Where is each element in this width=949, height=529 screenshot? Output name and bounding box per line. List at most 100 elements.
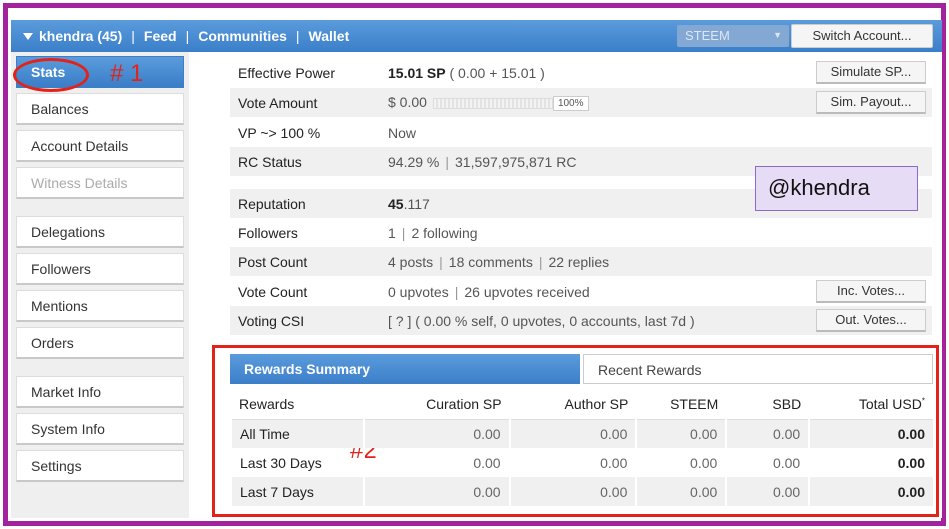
table-cell: 0.00: [508, 477, 637, 506]
currency-select[interactable]: STEEM ▼: [677, 25, 789, 47]
table-cell: 0.00: [362, 477, 510, 506]
reputation-int: 45: [388, 195, 404, 212]
value-separator: |: [454, 283, 459, 300]
row-label: Last 7 Days: [230, 477, 364, 506]
sidebar-item-followers[interactable]: Followers: [16, 253, 184, 285]
stat-row-voting-csi: Voting CSI [ ? ] ( 0.00 % self, 0 upvote…: [230, 306, 932, 335]
select-caret-icon: ▼: [773, 30, 782, 40]
table-cell: 0.00: [725, 448, 810, 477]
table-cell: 0.00: [725, 477, 810, 506]
rc-percent: 94.29 %: [388, 153, 440, 170]
vote-weight-slider[interactable]: [432, 97, 553, 109]
stat-label: Vote Count: [238, 283, 308, 300]
comments-count: 18 comments: [448, 253, 533, 270]
posts-count: 4 posts: [388, 253, 434, 270]
nav-separator: |: [185, 28, 190, 44]
currency-select-value: STEEM: [685, 28, 730, 43]
stat-row-vote-amount: Vote Amount $ 0.00 100% Sim. Payout...: [230, 88, 932, 117]
stat-label: VP ~> 100 %: [238, 124, 321, 141]
sidebar-item-balances[interactable]: Balances: [16, 93, 184, 125]
caret-down-icon[interactable]: [23, 32, 33, 40]
stat-label: Effective Power: [238, 64, 336, 81]
row-label: Last 30 Days: [230, 448, 364, 477]
stat-label: Reputation: [238, 195, 306, 212]
simulate-sp-button[interactable]: Simulate SP...: [816, 61, 926, 84]
column-header: Curation SP: [363, 390, 510, 420]
sidebar-item-mentions[interactable]: Mentions: [16, 290, 184, 322]
stat-value: 1 | 2 following: [388, 225, 932, 241]
table-cell: 0.00: [362, 448, 510, 477]
table-cell: 0.00: [725, 419, 810, 448]
rc-amount: 31,597,975,871 RC: [455, 153, 577, 170]
table-cell-total: 0.00: [808, 448, 933, 477]
table-cell: 0.00: [635, 477, 727, 506]
nav-separator: |: [295, 28, 300, 44]
table-cell: 0.00: [508, 448, 637, 477]
table-row: Last 7 Days 0.00 0.00 0.00 0.00 0.00: [230, 477, 933, 506]
nav-wallet[interactable]: Wallet: [309, 28, 350, 44]
column-header: Rewards: [231, 390, 364, 420]
table-cell: 0.00: [362, 419, 510, 448]
row-label: All Time: [230, 419, 364, 448]
column-header: Total USD*: [809, 390, 933, 420]
stat-row-vote-count: Vote Count 0 upvotes | 26 upvotes received…: [230, 277, 932, 306]
column-header: Author SP: [509, 390, 637, 420]
table-row: All Time 0.00 0.00 0.00 0.00 0.00: [230, 419, 933, 448]
annotation-label-1: # 1: [110, 60, 144, 87]
stat-value: Now: [388, 124, 417, 141]
sidebar-item-orders[interactable]: Orders: [16, 327, 184, 359]
table-cell-total: 0.00: [808, 419, 933, 448]
stat-label: Followers: [238, 224, 298, 241]
value-separator: |: [439, 253, 443, 270]
stat-label: Voting CSI: [238, 312, 305, 329]
sidebar-item-settings[interactable]: Settings: [16, 450, 184, 482]
value-separator: |: [401, 224, 406, 241]
sim-payout-button[interactable]: Sim. Payout...: [816, 91, 926, 114]
stat-label: Vote Amount: [238, 94, 318, 111]
stat-value: 4 posts | 18 comments | 22 replies: [388, 254, 932, 270]
nav-separator: |: [131, 28, 135, 44]
sidebar: Stats Balances Account Details Witness D…: [11, 52, 189, 518]
stat-row-followers: Followers 1 | 2 following: [230, 218, 932, 247]
column-header: STEEM: [636, 390, 727, 420]
stat-row-post-count: Post Count 4 posts | 18 comments | 22 replie…: [230, 247, 932, 276]
rewards-tabs: Rewards Summary Recent Rewards: [230, 354, 933, 384]
vote-weight-handle[interactable]: 100%: [552, 95, 589, 111]
sidebar-item-system-info[interactable]: System Info: [16, 413, 184, 445]
table-row: Last 30 Days 0.00 0.00 0.00 0.00 0.00: [230, 448, 933, 477]
sidebar-item-witness-details: Witness Details: [16, 167, 184, 199]
footnote-mark: *: [921, 396, 925, 406]
tab-rewards-summary[interactable]: Rewards Summary: [230, 354, 580, 384]
nav-feed[interactable]: Feed: [144, 28, 177, 44]
effective-power-detail: ( 0.00 + 15.01 ): [449, 64, 545, 81]
out-votes-button[interactable]: Out. Votes...: [816, 309, 926, 332]
nav-communities[interactable]: Communities: [198, 28, 287, 44]
value-separator: |: [538, 253, 543, 270]
table-cell: 0.00: [635, 419, 727, 448]
sidebar-item-account-details[interactable]: Account Details: [16, 130, 184, 162]
total-usd-header: Total USD: [858, 396, 922, 413]
stat-row-effective-power: Effective Power 15.01 SP ( 0.00 + 15.01 …: [230, 58, 932, 87]
stat-label: RC Status: [238, 153, 302, 170]
top-nav-bar: khendra (45) | Feed | Communities | Wall…: [11, 20, 942, 52]
followers-count[interactable]: 1: [388, 225, 396, 241]
effective-power-sp: 15.01 SP: [388, 64, 446, 81]
following-count[interactable]: 2 following: [411, 225, 477, 241]
username-callout: @khendra: [755, 166, 918, 211]
tab-recent-rewards[interactable]: Recent Rewards: [583, 354, 933, 384]
upvotes-count: 0 upvotes: [388, 283, 449, 300]
annotation-oval: [13, 58, 89, 92]
stat-row-vp: VP ~> 100 % Now: [230, 118, 932, 147]
inc-votes-button[interactable]: Inc. Votes...: [816, 280, 926, 303]
value-separator: |: [445, 153, 450, 170]
upvotes-received: 26 upvotes received: [464, 283, 590, 300]
stat-label: Post Count: [238, 253, 308, 270]
switch-account-button[interactable]: Switch Account...: [791, 24, 933, 48]
account-menu[interactable]: khendra (45): [39, 28, 122, 44]
sidebar-item-market-info[interactable]: Market Info: [16, 376, 184, 408]
table-cell-total: 0.00: [808, 477, 933, 506]
reputation-dec: .117: [403, 195, 430, 212]
table-cell: 0.00: [635, 448, 727, 477]
sidebar-item-delegations[interactable]: Delegations: [16, 216, 184, 248]
table-cell: 0.00: [508, 419, 637, 448]
